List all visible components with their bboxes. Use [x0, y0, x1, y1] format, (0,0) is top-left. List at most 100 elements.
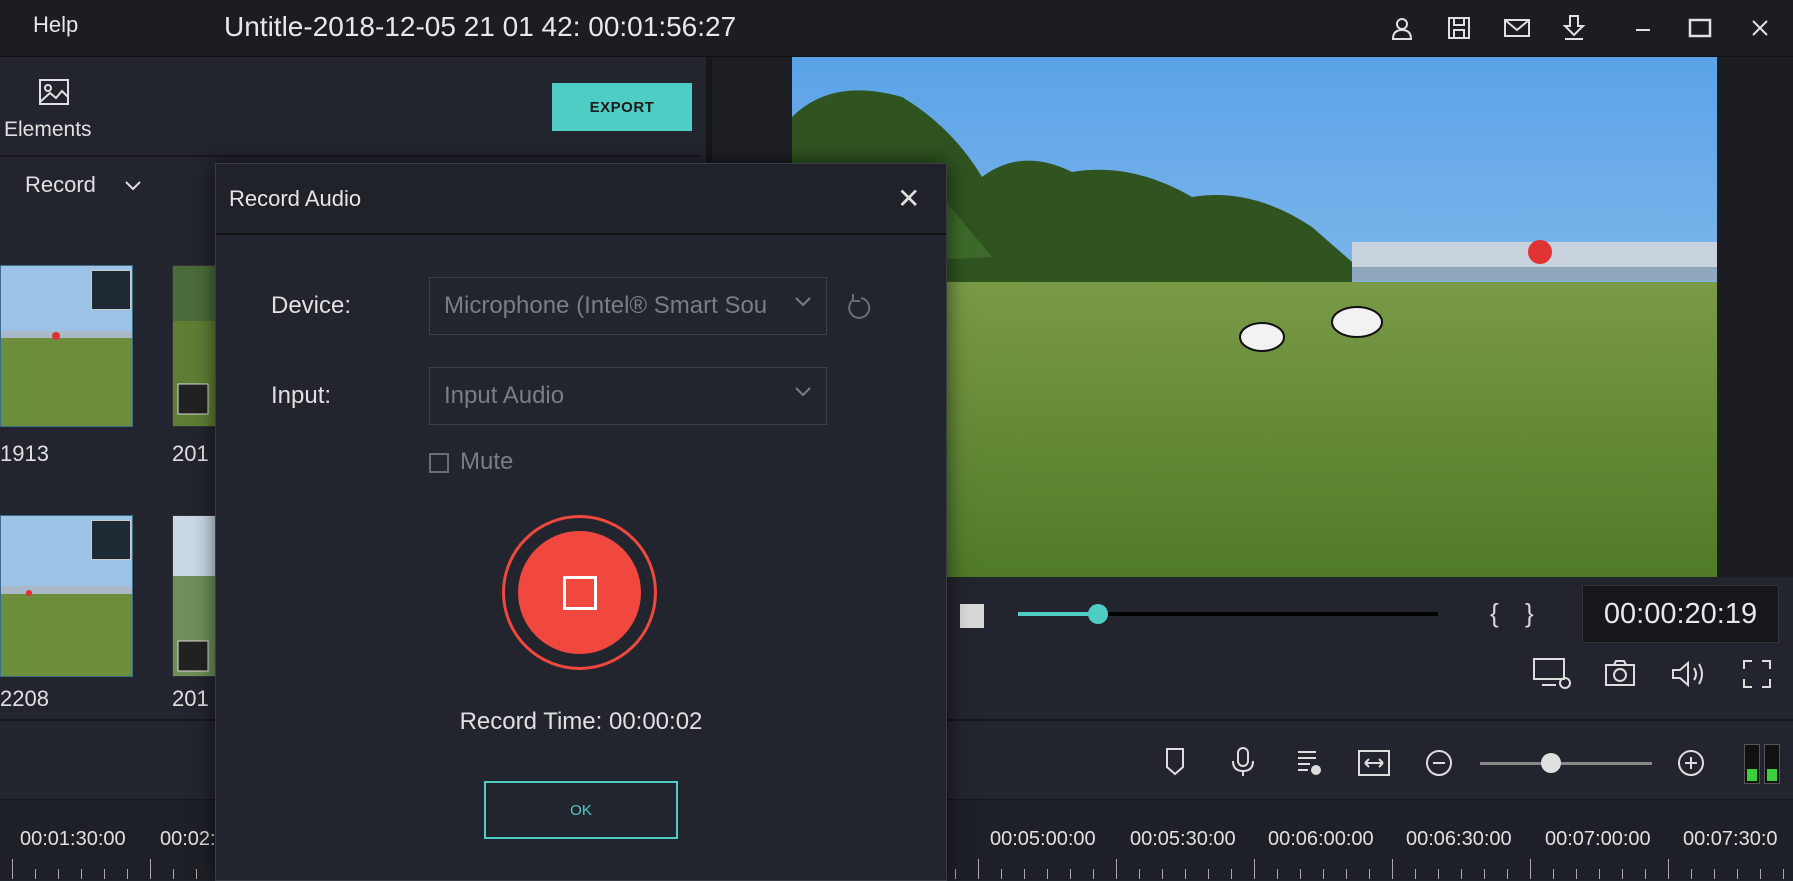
- input-label: Input:: [271, 382, 332, 409]
- media-thumbnail[interactable]: [0, 515, 133, 677]
- stop-icon: [562, 575, 597, 610]
- input-select-value: Input Audio: [444, 382, 565, 409]
- ruler-tick: [1737, 869, 1738, 879]
- ruler-tick: [1185, 869, 1186, 879]
- zoom-slider[interactable]: [1480, 762, 1652, 765]
- ruler-tick: [173, 869, 174, 879]
- ruler-tick: [1277, 869, 1278, 879]
- preview-side-panel: [1717, 57, 1793, 577]
- menu-help[interactable]: Help: [33, 12, 78, 38]
- media-label: 2208: [0, 686, 49, 708]
- ruler-label: 00:02:: [160, 828, 216, 850]
- ruler-tick: [1116, 859, 1117, 879]
- ruler-label: 00:06:00:00: [1268, 828, 1374, 850]
- window-title: Untitle-2018-12-05 21 01 42: 00:01:56:27: [224, 11, 737, 42]
- device-select-value: Microphone (Intel® Smart Sou: [444, 292, 768, 319]
- ruler-label: 00:05:00:00: [990, 828, 1096, 850]
- ruler-label: 00:07:30:0: [1683, 828, 1778, 850]
- ruler-tick: [1622, 869, 1623, 879]
- mark-in-icon[interactable]: {: [1490, 598, 1499, 629]
- mail-icon[interactable]: [1501, 12, 1533, 44]
- record-audio-dialog: Record Audio ✕ Device: Microphone (Intel…: [215, 163, 947, 881]
- maximize-icon[interactable]: [1684, 12, 1716, 44]
- zoom-slider-knob[interactable]: [1541, 753, 1561, 773]
- stop-icon[interactable]: [960, 604, 984, 628]
- ruler-tick: [1714, 869, 1715, 879]
- close-icon[interactable]: ✕: [897, 182, 920, 215]
- close-window-icon[interactable]: [1744, 12, 1776, 44]
- stop-recording-button[interactable]: [518, 531, 641, 654]
- ruler-tick: [1415, 869, 1416, 879]
- ruler-tick: [1323, 869, 1324, 879]
- ruler-tick: [1024, 869, 1025, 879]
- audio-mixer-icon[interactable]: [1296, 748, 1324, 781]
- ruler-tick: [12, 859, 13, 879]
- ruler-tick: [1783, 869, 1784, 879]
- ruler-tick: [1645, 869, 1646, 879]
- image-icon[interactable]: [38, 78, 70, 111]
- ruler-tick: [1760, 869, 1761, 879]
- playback-progress: [1018, 612, 1098, 616]
- media-thumbnail[interactable]: [172, 265, 216, 427]
- record-time: Record Time: 00:00:02: [459, 708, 703, 735]
- record-dropdown[interactable]: Record: [25, 172, 142, 198]
- ruler-label: 00:07:00:00: [1545, 828, 1651, 850]
- refresh-icon[interactable]: [845, 292, 873, 327]
- ruler-tick: [1254, 859, 1255, 879]
- ruler-tick: [127, 869, 128, 879]
- ruler-tick: [1576, 869, 1577, 879]
- save-icon[interactable]: [1443, 12, 1475, 44]
- mark-out-icon[interactable]: }: [1525, 598, 1534, 629]
- ruler-label: 00:06:30:00: [1406, 828, 1512, 850]
- dialog-header: Record Audio ✕: [216, 164, 946, 235]
- ruler-tick: [1162, 869, 1163, 879]
- account-icon[interactable]: [1386, 12, 1418, 44]
- chevron-down-icon: [795, 387, 811, 397]
- media-label: 201: [172, 686, 209, 708]
- fit-timeline-icon[interactable]: [1357, 749, 1391, 782]
- media-thumbnail[interactable]: [172, 515, 216, 677]
- ok-button[interactable]: OK: [484, 781, 678, 839]
- ruler-tick: [81, 869, 82, 879]
- download-icon[interactable]: [1558, 12, 1590, 44]
- ruler-tick: [58, 869, 59, 879]
- ruler-tick: [150, 859, 151, 879]
- timecode-display: 00:00:20:19: [1582, 585, 1779, 643]
- ruler-tick: [1438, 869, 1439, 879]
- chevron-down-icon: [795, 297, 811, 307]
- chevron-down-icon: [125, 181, 141, 191]
- playback-scrubber[interactable]: [1088, 604, 1108, 624]
- snapshot-icon[interactable]: [1604, 659, 1636, 692]
- ruler-tick: [1139, 869, 1140, 879]
- ruler-tick: [1507, 869, 1508, 879]
- record-dropdown-label: Record: [25, 172, 96, 197]
- ruler-tick: [1553, 869, 1554, 879]
- volume-icon[interactable]: [1670, 659, 1708, 694]
- mute-label: Mute: [460, 448, 514, 475]
- ruler-tick: [196, 869, 197, 879]
- mute-checkbox[interactable]: [429, 453, 449, 473]
- ruler-tick: [1047, 869, 1048, 879]
- microphone-icon[interactable]: [1231, 746, 1255, 783]
- media-thumbnail[interactable]: [0, 265, 133, 427]
- ruler-tick: [1691, 869, 1692, 879]
- display-settings-icon[interactable]: [1532, 657, 1572, 696]
- ruler-tick: [1070, 869, 1071, 879]
- marker-icon[interactable]: [1164, 747, 1186, 782]
- export-button[interactable]: EXPORT: [552, 83, 692, 131]
- ruler-tick: [1530, 859, 1531, 879]
- ruler-tick: [1300, 869, 1301, 879]
- ruler-tick: [1484, 869, 1485, 879]
- ruler-tick: [1231, 869, 1232, 879]
- input-select[interactable]: Input Audio: [429, 367, 827, 425]
- ruler-tick: [1369, 869, 1370, 879]
- fullscreen-icon[interactable]: [1742, 659, 1772, 694]
- minimize-icon[interactable]: [1627, 12, 1659, 44]
- ruler-tick: [978, 859, 979, 879]
- device-label: Device:: [271, 292, 352, 319]
- device-select[interactable]: Microphone (Intel® Smart Sou: [429, 277, 827, 335]
- ruler-tick: [104, 869, 105, 879]
- zoom-in-icon[interactable]: [1677, 749, 1705, 782]
- zoom-out-icon[interactable]: [1425, 749, 1453, 782]
- elements-tab-label[interactable]: Elements: [4, 118, 92, 142]
